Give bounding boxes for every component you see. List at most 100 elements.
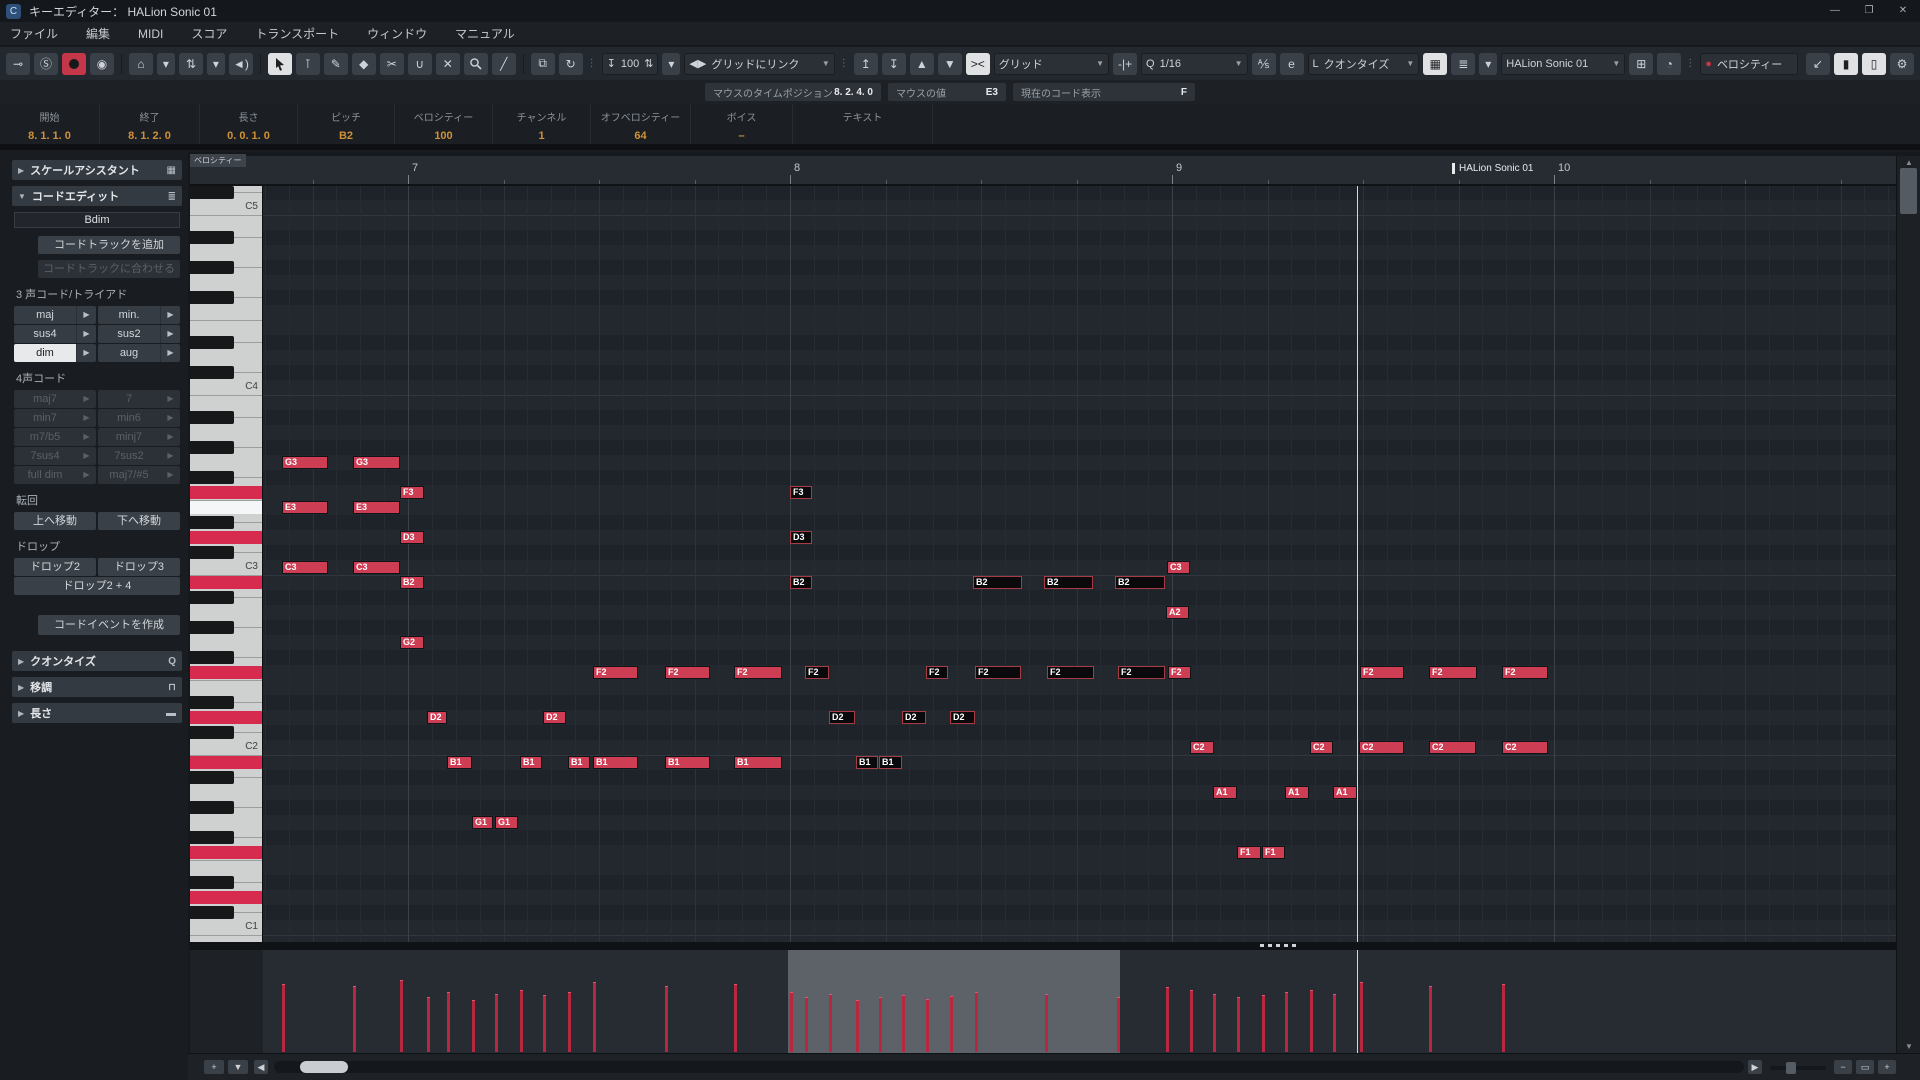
cc-lane-dropdown[interactable]: ● ベロシティー: [1700, 53, 1798, 75]
scroll-left-icon[interactable]: ◀: [254, 1060, 268, 1074]
midi-note[interactable]: A1: [1213, 786, 1237, 799]
midi-note[interactable]: G1: [472, 816, 493, 829]
scroll-up-icon[interactable]: ▲: [1897, 158, 1920, 167]
glue-tool[interactable]: ∪: [408, 53, 432, 75]
midi-note[interactable]: F2: [593, 666, 638, 679]
midi-note[interactable]: D2: [427, 711, 447, 724]
drop3-button[interactable]: ドロップ3: [98, 558, 180, 576]
piano-key-black[interactable]: [190, 516, 234, 529]
nudge-start-right-button[interactable]: ↧: [882, 53, 906, 75]
midi-note[interactable]: B1: [593, 756, 638, 769]
midi-note[interactable]: C3: [282, 561, 328, 574]
input-options-dropdown[interactable]: ▾: [1479, 53, 1497, 75]
velocity-bar[interactable]: [282, 984, 285, 1052]
midi-note[interactable]: E3: [282, 501, 328, 514]
velocity-bar[interactable]: [805, 997, 808, 1052]
piano-key-black[interactable]: [190, 726, 234, 739]
midi-note[interactable]: F2: [1429, 666, 1477, 679]
drop24-button[interactable]: ドロップ2 + 4: [14, 577, 180, 595]
chord-play-arrow-icon[interactable]: ▶: [76, 325, 96, 343]
scroll-right-icon[interactable]: ▶: [1748, 1060, 1762, 1074]
piano-key-black[interactable]: [190, 546, 234, 559]
piano-key-hover-highlight[interactable]: [190, 501, 263, 514]
velocity-bar[interactable]: [856, 1000, 859, 1052]
zoom-tool[interactable]: [464, 53, 488, 75]
lane-resize-handle[interactable]: [1260, 944, 1296, 947]
piano-key-black[interactable]: [190, 186, 234, 199]
info-column-value[interactable]: B2: [298, 130, 394, 142]
chord-play-arrow-icon[interactable]: ▶: [76, 344, 96, 362]
zoom-out-button[interactable]: −: [1834, 1060, 1852, 1074]
midi-note[interactable]: C3: [1167, 561, 1190, 574]
velocity-bar[interactable]: [400, 980, 403, 1052]
piano-key-black[interactable]: [190, 291, 234, 304]
midi-note[interactable]: D2: [829, 711, 855, 724]
velocity-bar[interactable]: [950, 996, 953, 1052]
velocity-bar[interactable]: [472, 1000, 475, 1052]
midi-note[interactable]: D3: [400, 531, 424, 544]
nudge-start-left-button[interactable]: ↥: [854, 53, 878, 75]
chord-button-aug[interactable]: aug▶: [98, 344, 180, 362]
move-down-inversion-button[interactable]: 下へ移動: [98, 512, 180, 530]
add-chord-track-button[interactable]: コードトラックを追加: [38, 236, 180, 254]
velocity-bar[interactable]: [543, 995, 546, 1052]
info-column-value[interactable]: 1: [493, 130, 590, 142]
scroll-down-icon[interactable]: ▼: [1897, 1042, 1920, 1051]
chord-button-label[interactable]: maj: [14, 306, 76, 324]
iterative-quantize-button[interactable]: ⅍: [1252, 53, 1276, 75]
clock-icon[interactable]: ◔: [1657, 53, 1681, 75]
velocity-bar[interactable]: [975, 992, 978, 1052]
velocity-bar[interactable]: [1045, 994, 1048, 1052]
part-name-label[interactable]: HALion Sonic 01: [1452, 163, 1534, 174]
minimize-button[interactable]: —: [1818, 0, 1852, 22]
autoscroll-button[interactable]: ⌂: [129, 53, 153, 75]
menu-item-2[interactable]: MIDI: [138, 27, 163, 41]
midi-note[interactable]: B1: [879, 756, 902, 769]
piano-key-chord-highlight[interactable]: [190, 531, 263, 544]
velocity-bar[interactable]: [1360, 982, 1363, 1052]
select-tool[interactable]: [268, 53, 292, 75]
piano-key-black[interactable]: [190, 831, 234, 844]
chord-play-arrow-icon[interactable]: ▶: [76, 306, 96, 324]
piano-key-black[interactable]: [190, 336, 234, 349]
piano-key-black[interactable]: [190, 621, 234, 634]
chord-play-arrow-icon[interactable]: ▶: [160, 344, 180, 362]
part-edit-mode-button[interactable]: ⇅: [179, 53, 203, 75]
step-input-button[interactable]: ▦: [1423, 53, 1447, 75]
midi-note[interactable]: B2: [1115, 576, 1165, 589]
midi-note[interactable]: B1: [734, 756, 782, 769]
chord-play-arrow-icon[interactable]: ▶: [160, 325, 180, 343]
piano-key-black[interactable]: [190, 231, 234, 244]
midi-note[interactable]: B1: [568, 756, 590, 769]
track-output-dropdown[interactable]: HALion Sonic 01 ▼: [1501, 53, 1625, 75]
playhead-cursor[interactable]: [1357, 186, 1358, 942]
midi-note[interactable]: B2: [1044, 576, 1093, 589]
midi-note[interactable]: F2: [734, 666, 782, 679]
velocity-bar[interactable]: [1166, 987, 1169, 1052]
velocity-bar[interactable]: [1310, 990, 1313, 1052]
line-tool[interactable]: ╱: [492, 53, 516, 75]
velocity-bar[interactable]: [1429, 986, 1432, 1052]
horizontal-scrollbar[interactable]: [274, 1061, 1744, 1073]
chord-play-arrow-icon[interactable]: ▶: [160, 306, 180, 324]
snap-toggle[interactable]: ><: [966, 53, 990, 75]
autoscroll-options-dropdown[interactable]: ▾: [157, 53, 175, 75]
piano-key-chord-highlight[interactable]: [190, 576, 263, 589]
acoustic-feedback-button[interactable]: ◉: [90, 53, 114, 75]
piano-key-black[interactable]: [190, 771, 234, 784]
chord-button-label[interactable]: dim: [14, 344, 76, 362]
add-controller-lane-button[interactable]: +: [204, 1060, 224, 1074]
move-up-button[interactable]: ▲: [910, 53, 934, 75]
velocity-bar[interactable]: [926, 999, 929, 1052]
piano-key-chord-highlight[interactable]: [190, 711, 263, 724]
midi-input-button[interactable]: ≣: [1451, 53, 1475, 75]
erase-tool[interactable]: ◆: [352, 53, 376, 75]
midi-note[interactable]: B1: [856, 756, 878, 769]
chord-button-sus4[interactable]: sus4▶: [14, 325, 96, 343]
note-grid[interactable]: G3G3E3E3C3C3C3F3F3D3D3B2B2B2B2B2A2G2F2F2…: [263, 186, 1896, 942]
length-quantize-link-dropdown[interactable]: ◀▶ グリッドにリンク ▼: [684, 53, 834, 75]
velocity-bar[interactable]: [520, 990, 523, 1052]
velocity-bar[interactable]: [734, 984, 737, 1052]
record-button[interactable]: [62, 53, 86, 75]
drop2-button[interactable]: ドロップ2: [14, 558, 96, 576]
